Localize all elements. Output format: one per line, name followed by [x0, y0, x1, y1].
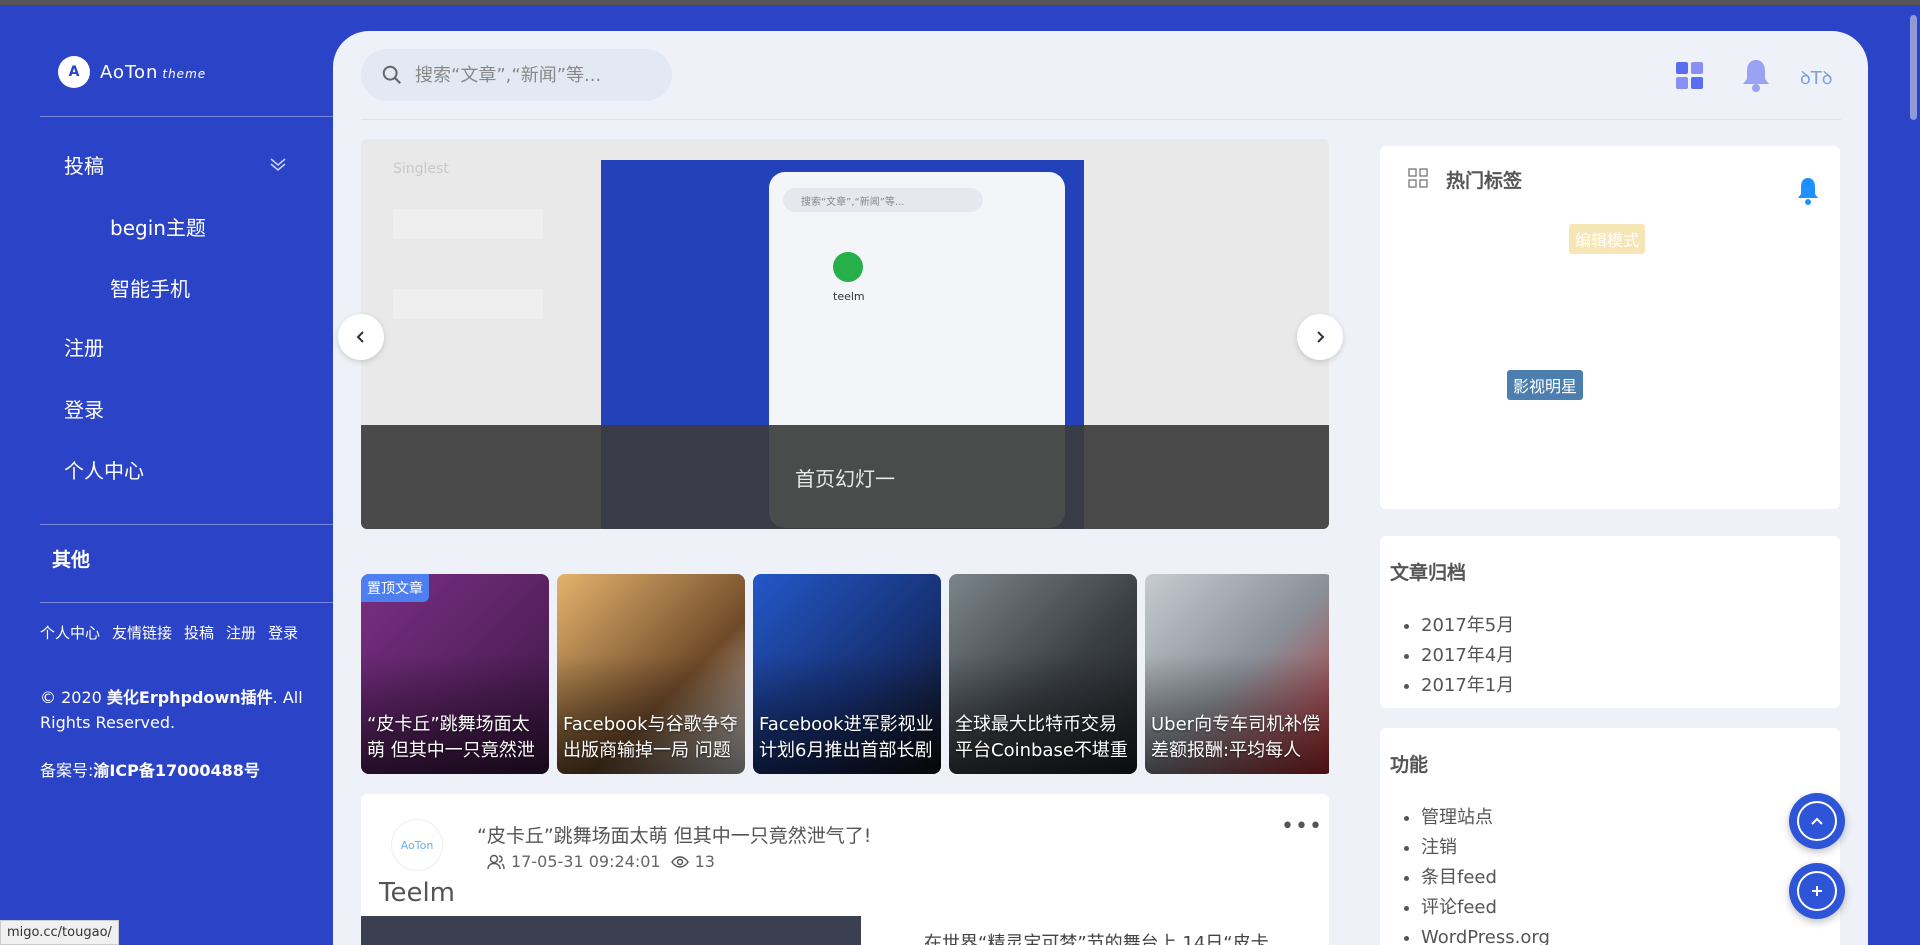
sidebar-item-login[interactable]: 登录 [64, 394, 104, 423]
widget-title: 文章归档 [1390, 562, 1467, 584]
eye-icon [670, 855, 689, 868]
site-logo[interactable]: A AoTon theme [58, 56, 206, 88]
icp-record: 备案号:渝ICP备17000488号 [40, 757, 260, 781]
bell-icon[interactable] [1796, 176, 1820, 206]
footer-link-register[interactable]: 注册 [226, 624, 256, 642]
slide-inner-name: teelm [833, 290, 865, 303]
featured-card[interactable]: Facebook进军影视业 计划6月推出首部长剧 [753, 574, 941, 774]
chevron-left-icon [356, 331, 364, 343]
post-title[interactable]: “皮卡丘”跳舞场面太萌 但其中一只竟然泄气了! [477, 821, 871, 848]
card-title: Facebook进军影视业 计划6月推出首部长剧 [759, 714, 934, 761]
search-input[interactable] [415, 64, 655, 86]
slide-inner-avatar [833, 252, 863, 282]
footer-links: 个人中心 友情链接 投稿 注册 登录 [40, 621, 320, 646]
copyright-year: © 2020 [40, 688, 102, 707]
divider [40, 524, 333, 525]
function-item[interactable]: 管理站点 [1421, 803, 1550, 833]
post-meta: 17-05-31 09:24:01 13 [487, 852, 715, 871]
post-card: AoTon Teelm “皮卡丘”跳舞场面太萌 但其中一只竟然泄气了! 17-0… [361, 794, 1329, 945]
page-scrollbar[interactable] [1906, 5, 1920, 945]
slider-prev-button[interactable] [338, 314, 384, 360]
post-date: 17-05-31 09:24:01 [511, 852, 661, 871]
chevron-down-icon[interactable] [268, 153, 288, 173]
grid-icon [1408, 168, 1428, 188]
tag-edit-mode[interactable]: 编辑模式 [1569, 224, 1646, 254]
sidebar-subitem-begin[interactable]: begin主题 [110, 212, 206, 241]
featured-card[interactable]: Facebook与谷歌争夺出版商输掉一局 问题出在哪 [557, 574, 745, 774]
icp-value[interactable]: 渝ICP备17000488号 [93, 761, 260, 780]
featured-cards: 置顶文章 “皮卡丘”跳舞场面太萌 但其中一只竟然泄气了! Facebook与谷歌… [361, 574, 1329, 774]
back-to-top-button[interactable] [1789, 793, 1845, 849]
footer-link-tougao[interactable]: 投稿 [184, 624, 214, 642]
main-content: ꝺTꝺ Singlest 搜索“文章”,“新闻”等... teelm 首页幻灯一… [333, 31, 1868, 945]
sidebar: A AoTon theme 投稿 begin主题 智能手机 注册 登录 个人中心 … [0, 5, 333, 945]
slide-inner-box [393, 289, 543, 319]
function-item[interactable]: 条目feed [1421, 863, 1550, 893]
add-button[interactable] [1789, 863, 1845, 919]
home-slider[interactable]: Singlest 搜索“文章”,“新闻”等... teelm 首页幻灯一 [361, 139, 1329, 529]
login-icon[interactable]: ꝺTꝺ [1800, 66, 1833, 90]
scrollbar-thumb[interactable] [1910, 15, 1917, 120]
header-divider [361, 119, 1841, 120]
post-author[interactable]: Teelm [379, 878, 455, 908]
post-excerpt: 在世界“精灵宝可梦”节的舞台上,14日“皮卡 [924, 933, 1269, 945]
logo-mark: A [58, 56, 90, 88]
sidebar-subitem-phone[interactable]: 智能手机 [110, 273, 190, 302]
search-box[interactable] [361, 49, 672, 101]
icp-label: 备案号: [40, 761, 94, 780]
functions-list: 管理站点 注销 条目feed 评论feed WordPress.org [1421, 803, 1550, 945]
slide-inner-logo: Singlest [393, 161, 449, 177]
widget-title: 功能 [1390, 754, 1429, 776]
copyright-brand[interactable]: 美化Erphpdown插件 [107, 688, 273, 707]
archive-list: 2017年5月 2017年4月 2017年1月 [1421, 611, 1514, 701]
featured-card[interactable]: 全球最大比特币交易平台Coinbase不堪重负 [949, 574, 1137, 774]
tag-film-stars[interactable]: 影视明星 [1507, 370, 1584, 400]
function-item[interactable]: 评论feed [1421, 893, 1550, 923]
bell-icon[interactable] [1740, 57, 1772, 93]
logo-suffix: theme [162, 66, 207, 81]
apps-grid-icon[interactable] [1675, 61, 1705, 91]
divider [40, 602, 333, 603]
sidebar-other-heading: 其他 [52, 549, 91, 571]
card-title: Uber向专车司机补偿差额报酬:平均每人900美元 [1151, 714, 1321, 761]
featured-card[interactable]: 置顶文章 “皮卡丘”跳舞场面太萌 但其中一只竟然泄气了! [361, 574, 549, 774]
function-item[interactable]: WordPress.org [1421, 923, 1550, 945]
function-item[interactable]: 注销 [1421, 833, 1550, 863]
footer-link-friends[interactable]: 友情链接 [112, 624, 172, 642]
author-avatar[interactable]: AoTon [391, 819, 443, 871]
sidebar-item-register[interactable]: 注册 [64, 332, 104, 361]
featured-card[interactable]: Uber向专车司机补偿差额报酬:平均每人900美元 [1145, 574, 1329, 774]
sidebar-item-user-center[interactable]: 个人中心 [64, 455, 144, 484]
plus-icon [1812, 886, 1822, 896]
archive-item[interactable]: 2017年4月 [1421, 641, 1514, 671]
card-title: 全球最大比特币交易平台Coinbase不堪重负 [955, 714, 1128, 761]
post-views: 13 [694, 852, 715, 871]
slide-caption[interactable]: 首页幻灯一 [361, 425, 1329, 529]
footer-link-user-center[interactable]: 个人中心 [40, 624, 100, 642]
users-icon [487, 854, 505, 869]
chevron-right-icon [1317, 331, 1325, 343]
slider-next-button[interactable] [1297, 314, 1343, 360]
search-icon [382, 65, 402, 85]
archive-item[interactable]: 2017年1月 [1421, 671, 1514, 701]
footer-link-login[interactable]: 登录 [268, 624, 298, 642]
card-title: Facebook与谷歌争夺出版商输掉一局 问题出在哪 [563, 714, 738, 761]
slide-inner-box [393, 209, 543, 239]
widget-hot-tags: 热门标签 [1380, 146, 1840, 509]
status-url: migo.cc/tougao/ [0, 920, 119, 945]
logo-name: AoTon [100, 61, 159, 83]
pinned-badge: 置顶文章 [361, 574, 429, 602]
post-thumbnail[interactable] [361, 916, 861, 945]
more-options-icon[interactable]: ••• [1281, 814, 1323, 839]
card-title: “皮卡丘”跳舞场面太萌 但其中一只竟然泄气了! [367, 714, 535, 761]
chevron-up-icon [1811, 817, 1823, 825]
slide-inner-search: 搜索“文章”,“新闻”等... [783, 188, 983, 212]
divider [40, 116, 333, 117]
archive-item[interactable]: 2017年5月 [1421, 611, 1514, 641]
widget-title: 热门标签 [1446, 170, 1523, 192]
sidebar-item-tougao[interactable]: 投稿 [64, 150, 104, 179]
copyright: © 2020 美化Erphpdown插件. All Rights Reserve… [40, 685, 320, 735]
